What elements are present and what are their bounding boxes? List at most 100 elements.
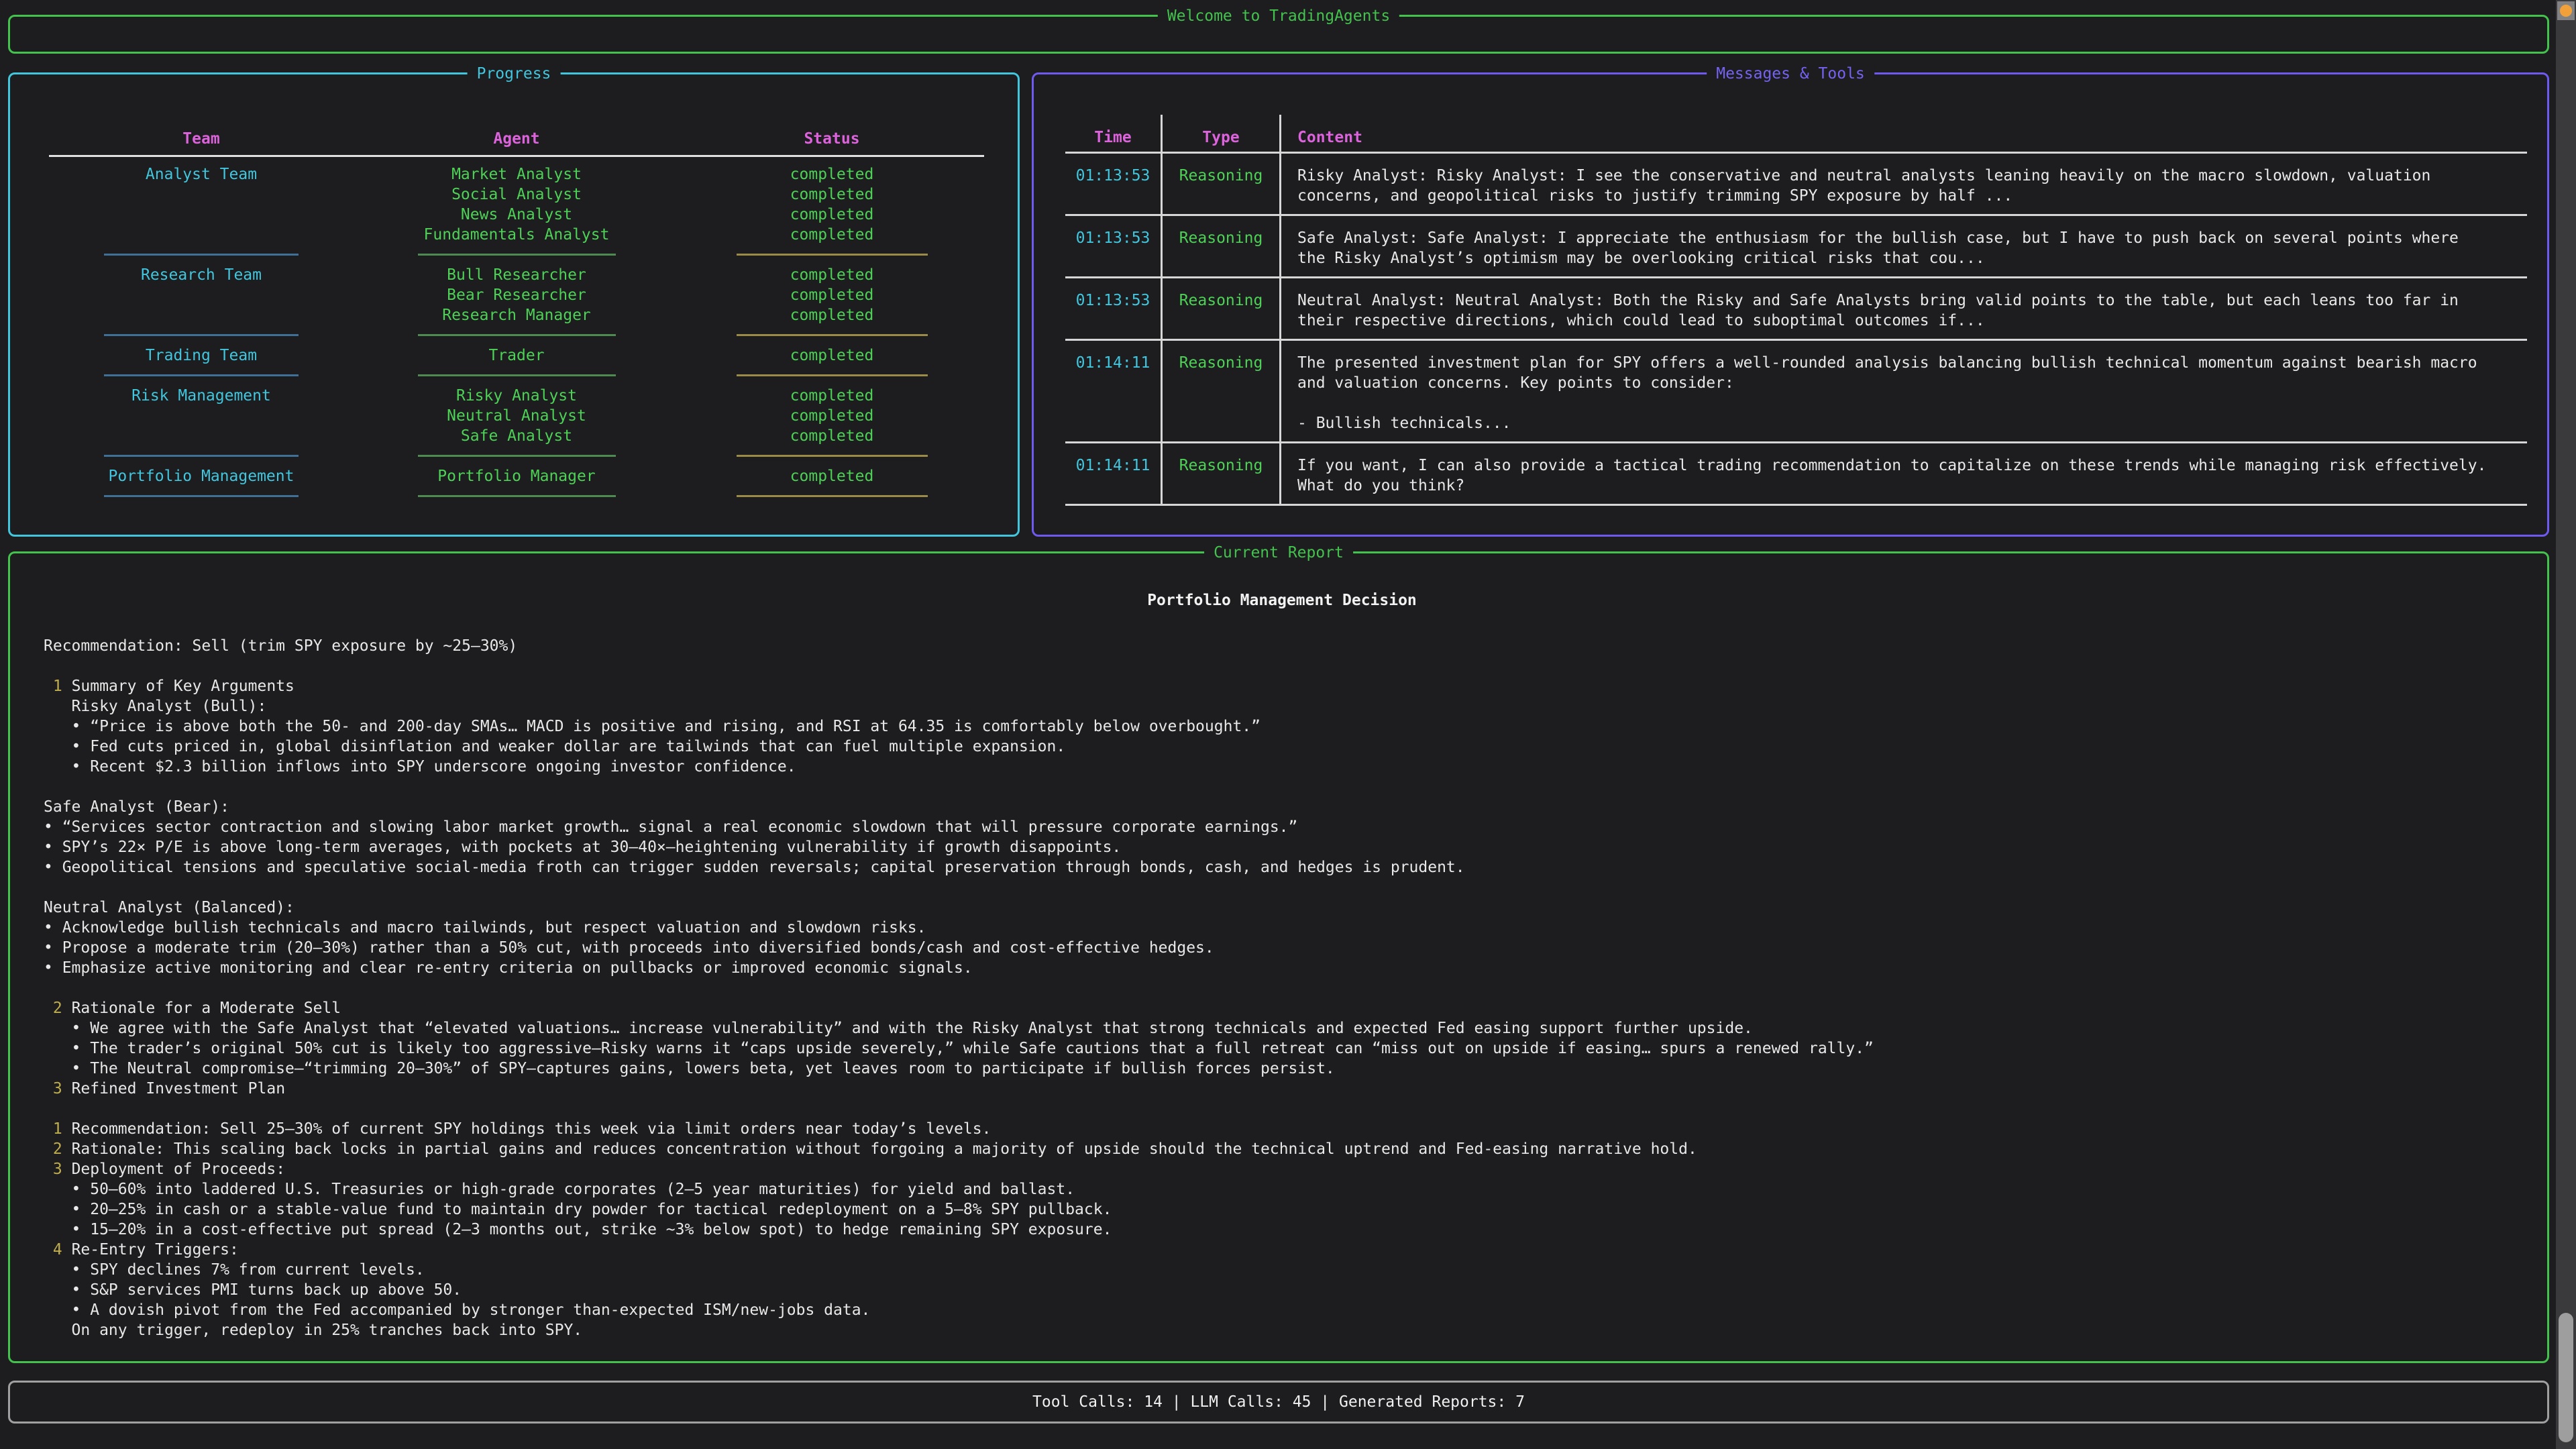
welcome-title: Welcome to TradingAgents [1158,6,1399,26]
report-text: Risky Analyst (Bull): [44,698,266,715]
message-time: 01:14:11 [1065,341,1163,441]
progress-team-cell: Risk Management [44,386,359,406]
progress-table-header: Team Agent Status [44,128,989,150]
progress-rows: Analyst TeamMarket AnalystcompletedSocia… [44,164,989,506]
report-text: • We agree with the Safe Analyst that “e… [44,1020,1753,1037]
scroll-top-button[interactable] [2557,1,2575,20]
separator-cell [674,245,989,265]
progress-agent-cell: Risky Analyst [359,386,674,406]
separator-line [418,495,616,497]
progress-status-cell: completed [674,406,989,426]
report-line [44,877,2520,898]
separator-line [418,455,616,457]
report-text: • SPY declines 7% from current levels. [44,1261,425,1279]
report-text: Recommendation: Sell 25–30% of current S… [72,1120,991,1138]
progress-team-cell [44,426,359,446]
messages-col-time: Time [1065,115,1163,152]
message-content: Neutral Analyst: Neutral Analyst: Both t… [1281,278,2527,339]
report-text: Rationale: This scaling back locks in pa… [72,1140,1697,1158]
report-text: Rationale for a Moderate Sell [72,1000,341,1017]
progress-team-cell [44,285,359,305]
separator-line [737,334,928,336]
message-row: 01:13:53ReasoningSafe Analyst: Safe Anal… [1065,216,2527,278]
progress-col-status: Status [674,128,989,150]
progress-row: Portfolio ManagementPortfolio Managercom… [44,466,989,486]
report-line [44,777,2520,797]
report-line [44,1099,2520,1119]
report-line [44,978,2520,998]
report-lines: 1 Summary of Key Arguments Risky Analyst… [44,676,2520,1340]
separator-line [104,334,299,336]
report-blank-line [44,656,2520,676]
progress-status-cell: completed [674,164,989,184]
welcome-panel: Welcome to TradingAgents [8,15,2549,54]
messages-panel-title: Messages & Tools [1707,64,1874,84]
progress-group-separator [44,245,989,265]
report-text: • The trader’s original 50% cut is likel… [44,1040,1874,1057]
report-line: • Recent $2.3 billion inflows into SPY u… [44,757,2520,777]
progress-row: Social Analystcompleted [44,184,989,205]
report-text: Safe Analyst (Bear): [44,798,229,816]
report-line: On any trigger, redeploy in 25% tranches… [44,1320,2520,1340]
report-line: • Emphasize active monitoring and clear … [44,958,2520,978]
report-list-number: 2 [44,1140,72,1158]
message-time: 01:13:53 [1065,154,1163,214]
scrollbar-thumb[interactable] [2559,1313,2573,1442]
scroll-marker-icon [2560,5,2572,17]
report-text: • The Neutral compromise—“trimming 20–30… [44,1060,1335,1077]
progress-header-divider [44,150,989,164]
report-text: • “Services sector contraction and slowi… [44,818,1297,836]
report-list-number: 1 [44,678,72,695]
separator-line [418,374,616,376]
report-heading: Portfolio Management Decision [44,590,2520,610]
report-line: 4 Re-Entry Triggers: [44,1240,2520,1260]
separator-line [104,254,299,256]
message-time: 01:13:53 [1065,216,1163,276]
message-time: 01:13:53 [1065,278,1163,339]
progress-agent-cell: Neutral Analyst [359,406,674,426]
progress-agent-cell: Safe Analyst [359,426,674,446]
separator-cell [359,245,674,265]
progress-row: Research TeamBull Researchercompleted [44,265,989,285]
report-list-number: 2 [44,1000,72,1017]
progress-status-cell: completed [674,265,989,285]
report-line: Risky Analyst (Bull): [44,696,2520,716]
progress-agent-cell: Market Analyst [359,164,674,184]
progress-status-cell: completed [674,386,989,406]
report-text: • 50–60% into laddered U.S. Treasuries o… [44,1181,1075,1198]
report-text: • “Price is above both the 50- and 200-d… [44,718,1260,735]
report-line: • 15–20% in a cost-effective put spread … [44,1220,2520,1240]
separator-cell [674,366,989,386]
report-line: Safe Analyst (Bear): [44,797,2520,817]
report-text: On any trigger, redeploy in 25% tranches… [44,1322,582,1339]
progress-panel-title: Progress [468,64,561,84]
message-row: 01:14:11ReasoningIf you want, I can also… [1065,443,2527,506]
progress-agent-cell: Fundamentals Analyst [359,225,674,245]
separator-line [104,455,299,457]
message-type: Reasoning [1163,341,1281,441]
report-text: • SPY’s 22× P/E is above long-term avera… [44,839,1121,856]
message-type: Reasoning [1163,443,1281,504]
report-list-number: 4 [44,1241,72,1258]
report-text: Re-Entry Triggers: [72,1241,239,1258]
message-content: Risky Analyst: Risky Analyst: I see the … [1281,154,2527,214]
progress-team-cell: Research Team [44,265,359,285]
separator-line [104,495,299,497]
message-content: The presented investment plan for SPY of… [1281,341,2527,441]
progress-row: Neutral Analystcompleted [44,406,989,426]
report-text: • 20–25% in cash or a stable-value fund … [44,1201,1112,1218]
report-text: • Propose a moderate trim (20–30%) rathe… [44,939,1214,957]
progress-row: Bear Researchercompleted [44,285,989,305]
stats-footer-text: Tool Calls: 14 | LLM Calls: 45 | Generat… [10,1383,2547,1421]
message-content: If you want, I can also provide a tactic… [1281,443,2527,504]
progress-agent-cell: Social Analyst [359,184,674,205]
scrollbar-track[interactable] [2556,0,2576,1449]
report-text: • Acknowledge bullish technicals and mac… [44,919,926,936]
progress-status-cell: completed [674,466,989,486]
separator-cell [674,486,989,506]
progress-row: Analyst TeamMarket Analystcompleted [44,164,989,184]
progress-status-cell: completed [674,225,989,245]
progress-team-cell: Analyst Team [44,164,359,184]
separator-line [737,254,928,256]
report-line: • Acknowledge bullish technicals and mac… [44,918,2520,938]
